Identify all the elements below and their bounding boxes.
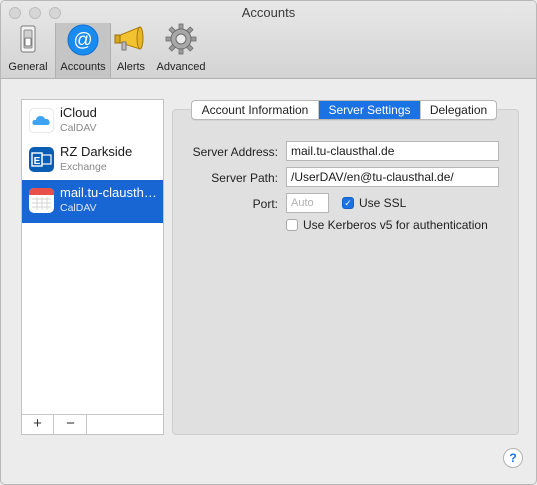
account-item-rz-darkside[interactable]: E RZ Darkside Exchange	[22, 139, 163, 182]
window-title: Accounts	[241, 5, 296, 20]
account-name: RZ Darkside	[60, 144, 133, 159]
toolbar-general-label: General	[8, 61, 48, 73]
account-list: iCloud CalDAV E RZ Darkside Exchange mai…	[21, 99, 164, 435]
tab-delegation[interactable]: Delegation	[421, 101, 496, 119]
use-ssl-checkbox[interactable]: ✓	[342, 197, 354, 209]
use-kerberos-label: Use Kerberos v5 for authentication	[303, 218, 488, 232]
toolbar-accounts[interactable]: @ Accounts	[55, 23, 111, 78]
tab-server-settings[interactable]: Server Settings	[319, 101, 421, 119]
port-label: Port:	[252, 197, 278, 211]
toolbar-advanced[interactable]: Advanced	[153, 23, 209, 78]
title-bar: Accounts General @ Accounts Alerts Advan…	[1, 1, 536, 79]
server-path-input[interactable]: /UserDAV/en@tu-clausthal.de/	[286, 167, 499, 187]
account-name: iCloud	[60, 105, 97, 120]
account-type: Exchange	[60, 161, 107, 173]
toolbar-advanced-label: Advanced	[156, 61, 206, 73]
port-input[interactable]: Auto	[286, 193, 329, 213]
account-tabs: Account Information Server Settings Dele…	[191, 100, 497, 120]
add-account-button[interactable]: +	[22, 415, 54, 434]
at-sign-icon: @	[67, 24, 99, 56]
svg-text:@: @	[73, 30, 92, 51]
toolbar-accounts-label: Accounts	[60, 61, 106, 73]
account-type: CalDAV	[60, 202, 97, 214]
server-path-label: Server Path:	[211, 171, 278, 185]
account-list-controls: + −	[22, 414, 163, 434]
account-item-mail-tu-clausthal[interactable]: mail.tu-clausthal.de CalDAV	[22, 180, 163, 223]
tab-account-information[interactable]: Account Information	[192, 101, 319, 119]
use-ssl-label: Use SSL	[359, 196, 407, 210]
toolbar-alerts[interactable]: Alerts	[111, 23, 151, 78]
accounts-preferences-window: Accounts General @ Accounts Alerts Advan…	[0, 0, 537, 485]
server-address-label: Server Address:	[192, 145, 278, 159]
toolbar-alerts-label: Alerts	[116, 61, 146, 73]
gear-icon	[165, 23, 197, 55]
use-kerberos-checkbox[interactable]	[286, 219, 298, 231]
calendar-icon	[29, 188, 54, 213]
toolbar-general[interactable]: General	[5, 23, 51, 78]
remove-account-button[interactable]: −	[55, 415, 87, 434]
general-switch-icon	[20, 25, 36, 53]
exchange-icon: E	[29, 147, 54, 172]
account-type: CalDAV	[60, 122, 97, 134]
server-address-input[interactable]: mail.tu-clausthal.de	[286, 141, 499, 161]
account-name: mail.tu-clausthal.de	[60, 185, 158, 200]
icloud-icon	[29, 108, 54, 133]
megaphone-icon	[114, 26, 144, 51]
svg-text:E: E	[34, 156, 41, 167]
help-button[interactable]: ?	[503, 448, 523, 468]
account-item-icloud[interactable]: iCloud CalDAV	[22, 100, 163, 143]
